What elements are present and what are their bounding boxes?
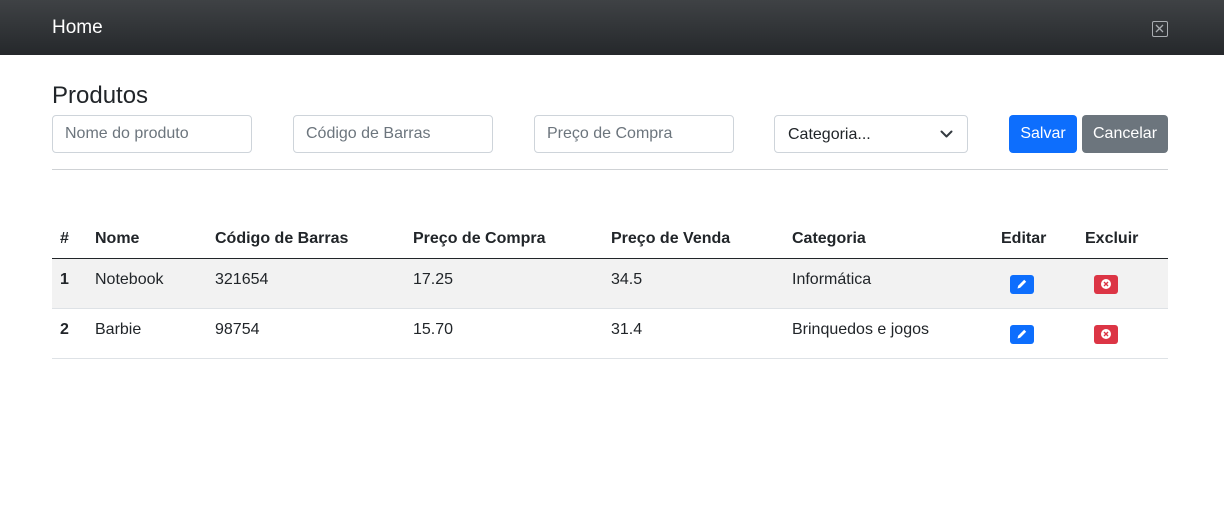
table-row: 1 Notebook 321654 17.25 34.5 Informática	[52, 259, 1168, 309]
app-title: Home	[52, 17, 103, 38]
close-button[interactable]	[1152, 21, 1168, 37]
pencil-icon	[1017, 329, 1027, 339]
table-header: # Nome Código de Barras Preço de Compra …	[52, 218, 1168, 259]
cell-purchase-price: 15.70	[413, 321, 454, 338]
cell-category: Brinquedos e jogos	[792, 321, 929, 338]
x-circle-icon	[1101, 329, 1111, 339]
cell-sale-price: 31.4	[611, 321, 643, 338]
products-table: # Nome Código de Barras Preço de Compra …	[52, 218, 1168, 359]
header-category: Categoria	[792, 230, 866, 247]
cancel-button[interactable]: Cancelar	[1082, 115, 1168, 153]
header-barcode: Código de Barras	[215, 230, 349, 247]
close-icon	[1155, 24, 1164, 33]
cell-id: 2	[60, 321, 69, 338]
cell-purchase-price: 17.25	[413, 271, 454, 288]
category-select[interactable]: Categoria...	[774, 115, 968, 153]
cell-id: 1	[60, 271, 69, 288]
category-select-value: Categoria...	[788, 126, 871, 143]
cell-barcode: 98754	[215, 321, 260, 338]
product-name-input[interactable]	[52, 115, 252, 153]
header-sale-price: Preço de Venda	[611, 230, 731, 247]
chevron-down-icon	[940, 130, 953, 138]
top-bar: Home	[0, 0, 1224, 55]
x-circle-icon	[1101, 279, 1111, 289]
pencil-icon	[1017, 279, 1027, 289]
page-title: Produtos	[52, 82, 149, 109]
cell-category: Informática	[792, 271, 872, 288]
header-name: Nome	[95, 230, 140, 247]
table-row: 2 Barbie 98754 15.70 31.4 Brinquedos e j…	[52, 309, 1168, 359]
purchase-price-input[interactable]	[534, 115, 734, 153]
edit-button[interactable]	[1010, 275, 1034, 294]
cell-sale-price: 34.5	[611, 271, 643, 288]
save-button[interactable]: Salvar	[1009, 115, 1077, 153]
cell-barcode: 321654	[215, 271, 269, 288]
header-delete: Excluir	[1085, 230, 1139, 247]
barcode-input[interactable]	[293, 115, 493, 153]
header-purchase-price: Preço de Compra	[413, 230, 546, 247]
header-id: #	[60, 230, 69, 247]
delete-button[interactable]	[1094, 325, 1118, 344]
cell-name: Notebook	[95, 271, 164, 288]
header-edit: Editar	[1001, 230, 1047, 247]
divider	[52, 169, 1168, 170]
delete-button[interactable]	[1094, 275, 1118, 294]
cell-name: Barbie	[95, 321, 142, 338]
edit-button[interactable]	[1010, 325, 1034, 344]
